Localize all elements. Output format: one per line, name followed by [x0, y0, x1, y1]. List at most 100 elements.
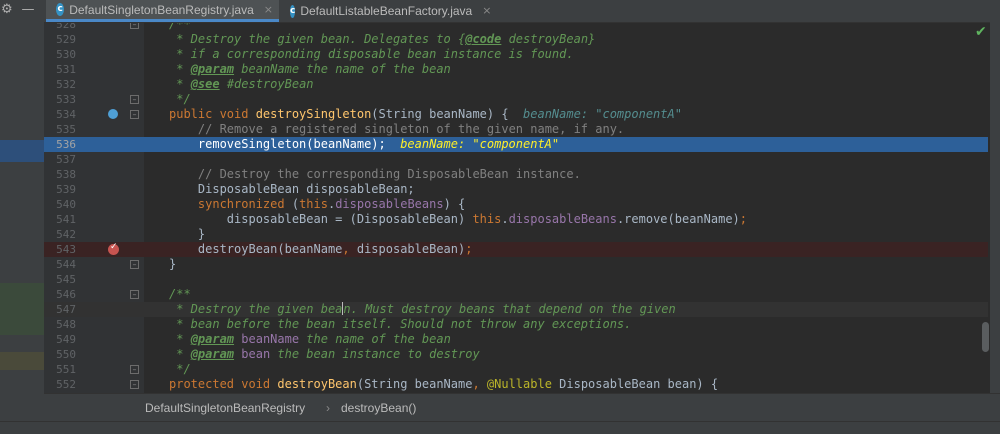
line-number[interactable]: 539 [48, 182, 76, 197]
fold-icon[interactable]: – [130, 110, 139, 119]
code-text[interactable]: * @param beanName the name of the bean [169, 332, 451, 347]
code-text[interactable]: // Remove a registered singleton of the … [169, 122, 624, 137]
code-text[interactable]: * @param beanName the name of the bean [169, 62, 451, 77]
code-text[interactable]: disposableBean = (DisposableBean) this.d… [169, 212, 747, 227]
code-text[interactable]: synchronized (this.disposableBeans) { [169, 197, 465, 212]
line-number[interactable]: 550 [48, 347, 76, 362]
code-text[interactable]: */ [169, 362, 190, 377]
code-line[interactable]: 532 * @see #destroyBean [44, 77, 988, 92]
line-number[interactable]: 533 [48, 92, 76, 107]
line-number[interactable]: 531 [48, 62, 76, 77]
line-number[interactable]: 538 [48, 167, 76, 182]
code-line[interactable]: 542 } [44, 227, 988, 242]
code-line[interactable]: 547 * Destroy the given bean. Must destr… [44, 302, 988, 317]
debug-step-icon[interactable] [108, 109, 118, 119]
code-line[interactable]: 544 –} [44, 257, 988, 272]
line-number[interactable]: 534 [48, 107, 76, 122]
close-icon[interactable]: × [264, 3, 273, 16]
code-text[interactable]: * Destroy the given bean. Must destroy b… [169, 302, 676, 317]
code-line[interactable]: 533 – */ [44, 92, 988, 107]
code-line[interactable]: 546 – /** [44, 287, 988, 302]
line-number[interactable]: 547 [48, 302, 76, 317]
line-number[interactable]: 549 [48, 332, 76, 347]
fold-icon[interactable]: – [130, 95, 139, 104]
code-text[interactable]: * @param bean the bean instance to destr… [169, 347, 479, 362]
code-text[interactable]: removeSingleton(beanName); beanName: "co… [169, 137, 559, 152]
right-tool-window-strip [990, 22, 1000, 412]
code-text[interactable]: // Destroy the corresponding DisposableB… [169, 167, 581, 182]
line-number[interactable]: 548 [48, 317, 76, 332]
line-number[interactable]: 541 [48, 212, 76, 227]
code-text[interactable]: DisposableBean disposableBean; [169, 182, 415, 197]
code-text[interactable]: } [169, 257, 176, 272]
code-text[interactable]: destroyBean(beanName, disposableBean); [169, 242, 473, 257]
breadcrumb-separator: › [326, 401, 330, 415]
line-number[interactable]: 546 [48, 287, 76, 302]
selected-tree-row[interactable] [0, 140, 44, 162]
code-line[interactable]: 535 // Remove a registered singleton of … [44, 122, 988, 137]
java-class-icon: c [290, 4, 296, 18]
line-number[interactable]: 552 [48, 377, 76, 392]
tab-default-singleton-bean-registry[interactable]: c DefaultSingletonBeanRegistry.java × [46, 0, 279, 22]
fold-icon[interactable]: – [130, 23, 139, 29]
line-number[interactable]: 544 [48, 257, 76, 272]
minus-icon[interactable]: — [20, 2, 36, 18]
breadcrumb-item-method[interactable]: destroyBean() [341, 401, 416, 415]
code-line[interactable]: 530 * if a corresponding disposable bean… [44, 47, 988, 62]
code-line[interactable]: 538 // Destroy the corresponding Disposa… [44, 167, 988, 182]
line-number[interactable]: 545 [48, 272, 76, 287]
code-line[interactable]: 534 – public void destroySingleton(String … [44, 107, 988, 122]
code-text[interactable]: * Destroy the given bean. Delegates to {… [169, 32, 595, 47]
line-number[interactable]: 540 [48, 197, 76, 212]
code-line[interactable]: 531 * @param beanName the name of the be… [44, 62, 988, 77]
code-text[interactable]: public void destroySingleton(String bean… [169, 107, 682, 122]
code-line[interactable]: 540 synchronized (this.disposableBeans) … [44, 197, 988, 212]
fold-icon[interactable]: – [130, 365, 139, 374]
line-number[interactable]: 528 [48, 23, 76, 32]
code-line[interactable]: 545 [44, 272, 988, 287]
vertical-scrollbar[interactable] [982, 322, 989, 352]
code-line[interactable]: 541 disposableBean = (DisposableBean) th… [44, 212, 988, 227]
code-line[interactable]: 552 – protected void destroyBean(String be… [44, 377, 988, 392]
breadcrumb: DefaultSingletonBeanRegistry › destroyBe… [44, 393, 1000, 422]
code-line[interactable]: 537 [44, 152, 988, 167]
code-line[interactable]: 551 – */ [44, 362, 988, 377]
gear-icon[interactable]: ⚙ [1, 2, 13, 18]
code-text[interactable]: protected void destroyBean(String beanNa… [169, 377, 718, 392]
breakpoint-icon[interactable] [108, 242, 119, 255]
code-line[interactable]: 539 DisposableBean disposableBean; [44, 182, 988, 197]
left-tool-window-strip [0, 0, 44, 433]
code-text[interactable]: /** [169, 287, 191, 302]
code-text[interactable]: /** [169, 23, 191, 32]
line-number[interactable]: 551 [48, 362, 76, 377]
fold-icon[interactable]: – [130, 380, 139, 389]
code-line[interactable]: 550 * @param bean the bean instance to d… [44, 347, 988, 362]
code-line[interactable]: 536 removeSingleton(beanName); beanName:… [44, 137, 988, 152]
code-text[interactable]: */ [169, 92, 190, 107]
fold-icon[interactable]: – [130, 290, 139, 299]
code-text[interactable]: } [169, 227, 205, 242]
code-text[interactable]: * @see #destroyBean [169, 77, 313, 92]
line-number[interactable]: 536 [48, 137, 76, 152]
code-line[interactable]: 529 * Destroy the given bean. Delegates … [44, 32, 988, 47]
line-number[interactable]: 529 [48, 32, 76, 47]
inspection-ok-icon[interactable]: ✔ [975, 24, 987, 40]
code-text[interactable]: * if a corresponding disposable bean ins… [169, 47, 573, 62]
code-line[interactable]: 548 * bean before the bean itself. Shoul… [44, 317, 988, 332]
line-number[interactable]: 542 [48, 227, 76, 242]
line-number[interactable]: 543 [48, 242, 76, 257]
code-line[interactable]: 543 destroyBean(beanName, disposableBean… [44, 242, 988, 257]
tab-default-listable-bean-factory[interactable]: c DefaultListableBeanFactory.java × [280, 0, 494, 22]
code-line[interactable]: 549 * @param beanName the name of the be… [44, 332, 988, 347]
line-number[interactable]: 537 [48, 152, 76, 167]
tree-highlight-block [0, 283, 44, 335]
code-line[interactable]: 528 – /** [44, 23, 988, 32]
code-editor[interactable]: 528–/** 529 * Destroy the given bean. Del… [44, 23, 988, 393]
fold-icon[interactable]: – [130, 260, 139, 269]
line-number[interactable]: 532 [48, 77, 76, 92]
line-number[interactable]: 535 [48, 122, 76, 137]
code-text[interactable]: * bean before the bean itself. Should no… [169, 317, 631, 332]
breadcrumb-item-class[interactable]: DefaultSingletonBeanRegistry [145, 401, 305, 415]
close-icon[interactable]: × [482, 5, 491, 17]
line-number[interactable]: 530 [48, 47, 76, 62]
